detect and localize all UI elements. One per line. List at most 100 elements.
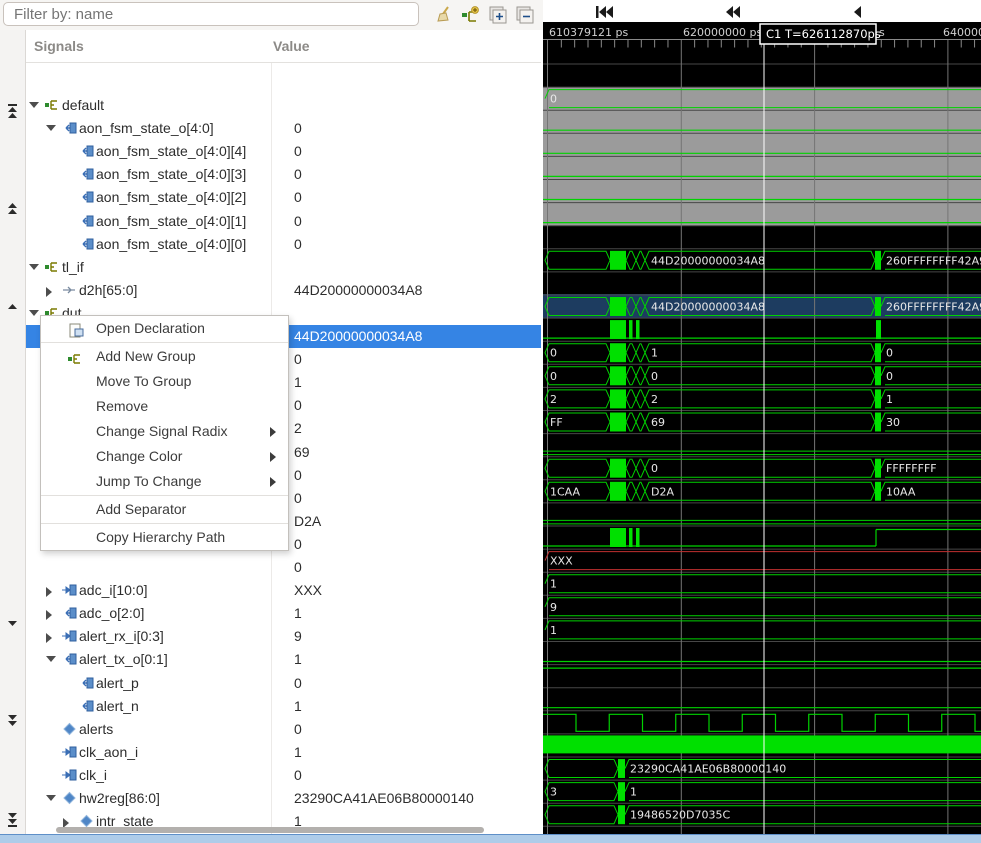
tree-row-alert_n[interactable]: alert_n1 [26, 695, 541, 718]
filter-toolbar [0, 0, 543, 30]
menu-item-change-color[interactable]: Change Color [41, 444, 288, 469]
document-icon [68, 321, 84, 336]
line-down-icon[interactable] [4, 616, 21, 632]
signals-column-header[interactable]: Signals [34, 38, 84, 54]
fast-rewind-icon[interactable] [726, 5, 744, 17]
svg-text:0: 0 [651, 370, 658, 383]
tree-row-alerts[interactable]: alerts0 [26, 718, 541, 741]
expand-all-icon[interactable] [487, 4, 509, 26]
signal-value: 0 [294, 721, 302, 737]
svg-text:3: 3 [550, 786, 557, 799]
tree-row-aon_fsm_state_o[4:0][interactable]: aon_fsm_state_o[4:0]0 [26, 117, 541, 140]
tree-row-aon_fsm_state_o[4:0][4][interactable]: aon_fsm_state_o[4:0][4]0 [26, 140, 541, 163]
filter-input[interactable] [3, 2, 419, 26]
page-up-icon[interactable] [4, 201, 21, 217]
signal-name: aon_fsm_state_o[4:0][4] [96, 143, 246, 159]
tree-row-aon_fsm_state_o[4:0][3][interactable]: aon_fsm_state_o[4:0][3]0 [26, 163, 541, 186]
menu-item-move-to-group[interactable]: Move To Group [41, 369, 288, 394]
tree-row-hw2reg[86:0][interactable]: hw2reg[86:0] 23290CA41AE06B80000140 [26, 787, 541, 810]
svg-text:1: 1 [550, 578, 557, 591]
expand-arrow-icon[interactable] [46, 633, 52, 643]
menu-item-label: Remove [96, 398, 148, 414]
signal-name: aon_fsm_state_o[4:0] [79, 120, 214, 136]
clear-filter-icon[interactable] [434, 4, 456, 26]
collapse-arrow-icon[interactable] [46, 795, 56, 801]
tree-row-d2h[65:0][interactable]: d2h[65:0]44D20000000034A8 [26, 279, 541, 302]
svg-text:620000000 ps: 620000000 ps [683, 26, 762, 39]
out-signal-icon [79, 167, 94, 181]
collapse-arrow-icon[interactable] [29, 264, 39, 270]
svg-text:610379121 ps: 610379121 ps [549, 26, 628, 39]
menu-item-label: Open Declaration [96, 320, 205, 336]
tree-row-alert_p[interactable]: alert_p0 [26, 672, 541, 695]
waveform-viewer-window: Signals Value default aon_fsm_state_o[4:… [0, 0, 981, 843]
tree-row-alert_tx_o[0:1][interactable]: alert_tx_o[0:1]1 [26, 648, 541, 671]
menu-item-remove[interactable]: Remove [41, 394, 288, 419]
page-down-icon[interactable] [4, 713, 21, 729]
expand-arrow-icon[interactable] [46, 610, 52, 620]
go-to-start-icon[interactable] [596, 5, 614, 17]
tree-row-clk_aon_i[interactable]: clk_aon_i1 [26, 741, 541, 764]
menu-item-label: Change Signal Radix [96, 423, 228, 439]
waveform-canvas[interactable]: 610379121 ps620000000 pss640000000 psC1 … [543, 22, 981, 834]
signal-value: 0 [294, 467, 302, 483]
signal-name: hw2reg[86:0] [79, 790, 160, 806]
tree-row-hidden-20[interactable]: 0 [26, 556, 541, 579]
scroll-to-top-icon[interactable] [4, 103, 21, 119]
signal-name: adc_i[10:0] [79, 582, 148, 598]
tree-row-aon_fsm_state_o[4:0][2][interactable]: aon_fsm_state_o[4:0][2]0 [26, 186, 541, 209]
group-signal-icon [45, 98, 60, 112]
menu-item-copy-hierarchy-path[interactable]: Copy Hierarchy Path [41, 525, 288, 550]
collapse-arrow-icon[interactable] [29, 102, 39, 108]
tree-scroll-rail [0, 30, 26, 835]
signal-value: 23290CA41AE06B80000140 [294, 790, 474, 806]
menu-item-change-signal-radix[interactable]: Change Signal Radix [41, 419, 288, 444]
tree-row-adc_i[10:0][interactable]: adc_i[10:0]XXX [26, 579, 541, 602]
svg-text:FF: FF [550, 416, 563, 429]
tree-row-clk_i[interactable]: clk_i0 [26, 764, 541, 787]
expand-arrow-icon[interactable] [46, 587, 52, 597]
in-signal-icon [62, 768, 77, 782]
var-signal-icon [62, 791, 77, 805]
signal-value: 44D20000000034A8 [294, 328, 422, 344]
collapse-arrow-icon[interactable] [46, 656, 56, 662]
tree-row-alert_rx_i[0:3][interactable]: alert_rx_i[0:3]9 [26, 625, 541, 648]
menu-item-label: Add Separator [96, 501, 186, 517]
signal-value: 0 [294, 490, 302, 506]
tree-row-tl_if[interactable]: tl_if [26, 256, 541, 279]
expand-arrow-icon[interactable] [46, 287, 52, 297]
tree-row-aon_fsm_state_o[4:0][0][interactable]: aon_fsm_state_o[4:0][0]0 [26, 233, 541, 256]
out-signal-icon [79, 699, 94, 713]
tree-row-aon_fsm_state_o[4:0][1][interactable]: aon_fsm_state_o[4:0][1]0 [26, 210, 541, 233]
menu-item-add-new-group[interactable]: Add New Group [41, 344, 288, 369]
wave-horizontal-scrollbar[interactable] [0, 834, 981, 843]
collapse-arrow-icon[interactable] [29, 310, 39, 316]
menu-item-open-declaration[interactable]: Open Declaration [41, 316, 288, 341]
svg-text:0: 0 [550, 370, 557, 383]
signal-value: D2A [294, 513, 321, 529]
svg-text:260FFFFFFFF42A9: 260FFFFFFFF42A9 [886, 301, 981, 314]
collapse-all-icon[interactable] [514, 4, 536, 26]
signal-name: aon_fsm_state_o[4:0][2] [96, 189, 246, 205]
menu-item-add-separator[interactable]: Add Separator [41, 497, 288, 522]
collapse-arrow-icon[interactable] [46, 125, 56, 131]
tree-row-default[interactable]: default [26, 94, 541, 117]
svg-text:1CAA: 1CAA [550, 485, 581, 498]
tree-row-adc_o[2:0][interactable]: adc_o[2:0]1 [26, 602, 541, 625]
signal-name: tl_if [62, 259, 84, 275]
out-signal-icon [62, 652, 77, 666]
line-up-icon[interactable] [4, 299, 21, 315]
add-group-icon[interactable] [460, 4, 482, 26]
svg-text:2: 2 [651, 393, 658, 406]
menu-item-jump-to-change[interactable]: Jump To Change [41, 469, 288, 494]
svg-text:640000000 ps: 640000000 ps [943, 26, 981, 39]
scroll-to-bottom-icon[interactable] [4, 812, 21, 828]
value-column-header[interactable]: Value [273, 38, 310, 54]
out-signal-icon [79, 676, 94, 690]
step-back-icon[interactable] [854, 5, 872, 17]
out-signal-icon [79, 214, 94, 228]
menu-separator [41, 342, 288, 343]
tree-horizontal-scrollbar[interactable] [56, 827, 484, 833]
signal-name: alert_n [96, 698, 139, 714]
signal-name: alert_tx_o[0:1] [79, 651, 168, 667]
